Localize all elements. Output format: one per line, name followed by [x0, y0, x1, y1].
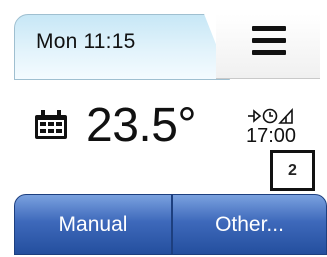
hamburger-line-bottom	[252, 50, 286, 55]
thermostat-screen: Mon 11:15 23.5° 17:00 2 Manual Other...	[0, 0, 327, 257]
hamburger-line-middle	[252, 38, 286, 43]
arrow-icon	[248, 109, 262, 123]
temperature-readout: 23.5°	[86, 99, 197, 152]
next-event-time: 17:00	[246, 125, 297, 147]
menu-button[interactable]	[246, 24, 292, 60]
schedule-status-icons	[248, 107, 293, 124]
calendar-icon	[35, 110, 67, 139]
manual-button[interactable]: Manual	[14, 194, 172, 255]
datetime-label: Mon 11:15	[36, 30, 136, 53]
clock-icon	[262, 108, 278, 124]
hamburger-line-top	[252, 26, 286, 31]
callout-marker: 2	[270, 150, 315, 191]
signal-icon	[278, 107, 293, 124]
other-button[interactable]: Other...	[172, 194, 327, 255]
